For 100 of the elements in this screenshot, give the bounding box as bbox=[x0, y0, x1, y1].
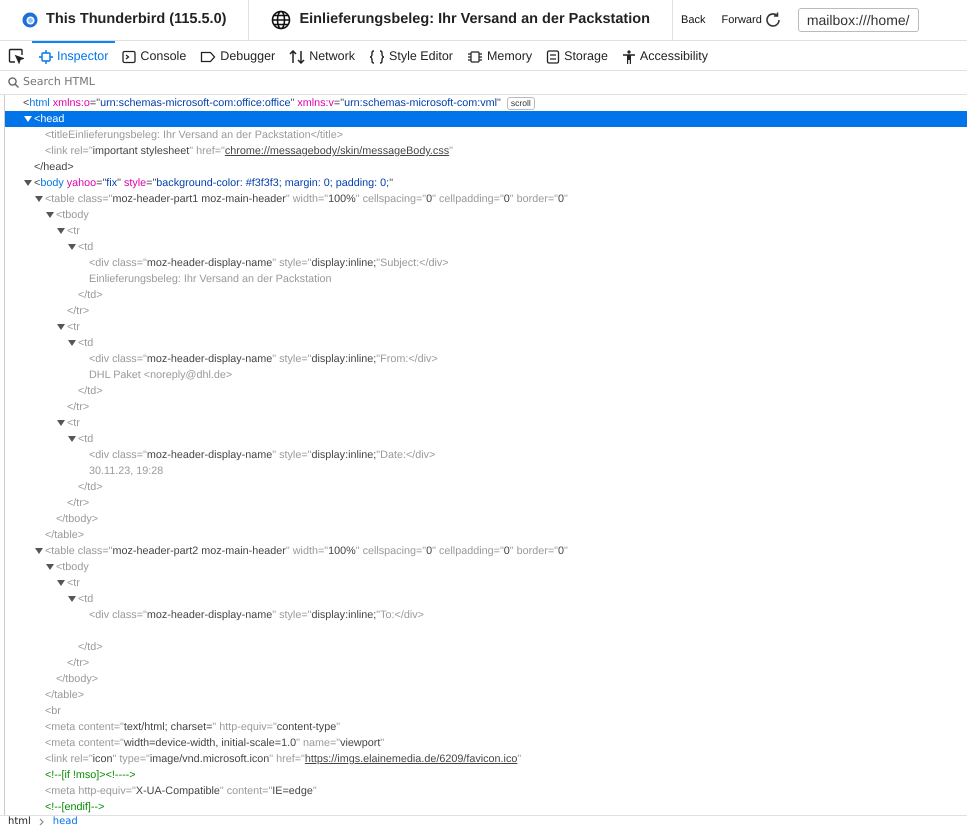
search-icon bbox=[8, 77, 19, 88]
markup-row[interactable]: <td bbox=[5, 239, 967, 255]
expand-toggle-icon[interactable] bbox=[57, 324, 65, 330]
expand-toggle-icon[interactable] bbox=[68, 340, 76, 346]
markup-row[interactable]: <link rel="important stylesheet" href="chrome://messagebody/skin/messageBody.css" bbox=[5, 143, 967, 159]
markup-row[interactable]: <link rel="icon" type="image/vnd.microsoft.icon" href="https://imgs.elainemedia.de/6209/favicon.ico" bbox=[5, 751, 967, 767]
markup-row[interactable]: </tbody> bbox=[5, 671, 967, 687]
devtools-tab[interactable]: Memory bbox=[460, 40, 540, 70]
markup-text: </tr> bbox=[67, 496, 90, 511]
markup-row[interactable]: <meta http-equiv="X-UA-Compatible" content="IE=edge" bbox=[5, 783, 967, 799]
markup-text: <tr bbox=[67, 320, 80, 335]
markup-text: <div class="moz-header-display-name" style="display:inline;"Date:</div> bbox=[89, 448, 436, 463]
markup-row[interactable]: <tbody bbox=[5, 207, 967, 223]
expand-toggle-icon[interactable] bbox=[68, 596, 76, 602]
markup-row[interactable]: <div class="moz-header-display-name" style="display:inline;"To:</div> bbox=[5, 607, 967, 623]
markup-row[interactable]: </tr> bbox=[5, 655, 967, 671]
breadcrumb[interactable]: html bbox=[8, 816, 31, 827]
markup-row[interactable]: <body yahoo="fix" style="background-color: #f3f3f3; margin: 0; padding: 0;" bbox=[5, 175, 967, 191]
markup-row[interactable]: </td> bbox=[5, 639, 967, 655]
markup-row[interactable]: </tr> bbox=[5, 303, 967, 319]
devtools-tab[interactable]: Console bbox=[115, 40, 194, 70]
console-icon bbox=[122, 50, 136, 64]
markup-row[interactable]: </tbody> bbox=[5, 511, 967, 527]
markup-text: <body yahoo="fix" style="background-color: #f3f3f3; margin: 0; padding: 0;" bbox=[34, 176, 394, 191]
devtools-tab[interactable]: Debugger bbox=[193, 40, 282, 70]
markup-row[interactable]: <div class="moz-header-display-name" style="display:inline;"Subject:</div> bbox=[5, 255, 967, 271]
chevron-icon bbox=[38, 816, 45, 827]
tab-title: Einlieferungsbeleg: Ihr Versand an der Packstation bbox=[299, 10, 650, 30]
markup-row[interactable]: 30.11.23, 19:28 bbox=[5, 463, 967, 479]
expand-toggle-icon[interactable] bbox=[35, 548, 43, 554]
expand-toggle-icon[interactable] bbox=[24, 116, 32, 122]
breadcrumb[interactable]: head bbox=[52, 816, 78, 827]
markup-row[interactable]: <!--[endif]--> bbox=[5, 799, 967, 815]
markup-text: Einlieferungsbeleg: Ihr Versand an der Packstation bbox=[89, 272, 332, 287]
markup-row[interactable]: </td> bbox=[5, 287, 967, 303]
devtools-tab[interactable]: Style Editor bbox=[362, 40, 460, 70]
browser-tab[interactable]: This Thunderbird (115.5.0) bbox=[0, 0, 250, 40]
expand-toggle-icon[interactable] bbox=[68, 436, 76, 442]
expand-toggle-icon[interactable] bbox=[46, 212, 54, 218]
url-field[interactable]: mailbox:///home/ bbox=[798, 8, 919, 32]
expand-toggle-icon[interactable] bbox=[57, 228, 65, 234]
markup-row[interactable]: DHL Paket <noreply@dhl.de> bbox=[5, 367, 967, 383]
markup-link[interactable]: https://imgs.elainemedia.de/6209/favicon.ico bbox=[304, 753, 518, 765]
markup-row[interactable]: </tr> bbox=[5, 495, 967, 511]
markup-row[interactable]: <tbody bbox=[5, 559, 967, 575]
markup-row[interactable]: <tr bbox=[5, 319, 967, 335]
markup-row[interactable]: <html xmlns:o="urn:schemas-microsoft-com:office:office" xmlns:v="urn:schemas-microsoft-com:vml" scroll bbox=[5, 95, 967, 111]
markup-row[interactable]: <div class="moz-header-display-name" style="display:inline;"Date:</div> bbox=[5, 447, 967, 463]
markup-row[interactable]: <tr bbox=[5, 415, 967, 431]
markup-row[interactable]: <meta content="text/html; charset=" http-equiv="content-type" bbox=[5, 719, 967, 735]
markup-row[interactable]: <head bbox=[5, 111, 967, 127]
devtools-tab[interactable]: Accessibility bbox=[614, 40, 715, 70]
scroll-badge[interactable]: scroll bbox=[506, 96, 535, 110]
markup-row[interactable]: </tr> bbox=[5, 399, 967, 415]
markup-row[interactable]: </td> bbox=[5, 479, 967, 495]
markup-text: <!--[endif]--> bbox=[45, 800, 104, 815]
devtools-tab[interactable]: Inspector bbox=[32, 40, 116, 70]
markup-row[interactable]: </td> bbox=[5, 383, 967, 399]
markup-text: </table> bbox=[45, 528, 84, 543]
markup-row[interactable]: </table> bbox=[5, 527, 967, 543]
debugger-tag-icon bbox=[200, 50, 216, 64]
expand-toggle-icon[interactable] bbox=[46, 564, 54, 570]
expand-toggle-icon[interactable] bbox=[68, 244, 76, 250]
markup-text: </tr> bbox=[67, 656, 90, 671]
markup-text: <table class="moz-header-part1 moz-main-header" width="100%" cellspacing="0" cellpadding="0" border="0" bbox=[45, 192, 568, 207]
markup-row[interactable]: <tr bbox=[5, 575, 967, 591]
markup-row[interactable]: <td bbox=[5, 431, 967, 447]
markup-row[interactable]: <table class="moz-header-part2 moz-main-header" width="100%" cellspacing="0" cellpadding="0" border="0" bbox=[5, 543, 967, 559]
markup-row[interactable]: </table> bbox=[5, 687, 967, 703]
markup-link[interactable]: chrome://messagebody/skin/messageBody.css bbox=[224, 145, 450, 157]
browser-tab[interactable]: Einlieferungsbeleg: Ihr Versand an der Packstation bbox=[249, 0, 674, 40]
markup-text: <tbody bbox=[56, 208, 89, 223]
expand-toggle-icon[interactable] bbox=[35, 196, 43, 202]
markup-text: </td> bbox=[78, 288, 103, 303]
expand-toggle-icon[interactable] bbox=[57, 420, 65, 426]
markup-row[interactable]: <br bbox=[5, 703, 967, 719]
devtools-tab[interactable]: Storage bbox=[539, 40, 615, 70]
memory-chip-icon bbox=[466, 50, 483, 64]
markup-text: <div class="moz-header-display-name" style="display:inline;"From:</div> bbox=[89, 352, 438, 367]
markup-row[interactable]: <td bbox=[5, 335, 967, 351]
markup-row[interactable]: <tr bbox=[5, 223, 967, 239]
markup-text: </tr> bbox=[67, 304, 90, 319]
markup-row[interactable]: <div class="moz-header-display-name" style="display:inline;"From:</div> bbox=[5, 351, 967, 367]
markup-row[interactable]: <meta content="width=device-width, initial-scale=1.0" name="viewport" bbox=[5, 735, 967, 751]
markup-text: <!--[if !mso]><!----> bbox=[45, 768, 136, 783]
markup-text: </head> bbox=[34, 160, 74, 175]
expand-toggle-icon[interactable] bbox=[57, 580, 65, 586]
markup-text: <html xmlns:o="urn:schemas-microsoft-com:office:office" xmlns:v="urn:schemas-microsoft-com:vml" bbox=[23, 96, 501, 111]
markup-row[interactable]: <titleEinlieferungsbeleg: Ihr Versand an der Packstation</title> bbox=[5, 127, 967, 143]
expand-toggle-icon[interactable] bbox=[24, 180, 32, 186]
markup-row[interactable]: <td bbox=[5, 591, 967, 607]
forward-button[interactable]: Forward bbox=[721, 12, 762, 28]
markup-row[interactable]: Einlieferungsbeleg: Ihr Versand an der Packstation bbox=[5, 271, 967, 287]
markup-text: </table> bbox=[45, 688, 84, 703]
markup-row[interactable]: <table class="moz-header-part1 moz-main-header" width="100%" cellspacing="0" cellpadding="0" border="0" bbox=[5, 191, 967, 207]
reload-icon[interactable] bbox=[764, 11, 782, 29]
devtools-tab[interactable]: Network bbox=[282, 40, 362, 70]
markup-row[interactable]: <!--[if !mso]><!----> bbox=[5, 767, 967, 783]
markup-row[interactable]: </head> bbox=[5, 159, 967, 175]
back-button[interactable]: Back bbox=[681, 12, 706, 28]
